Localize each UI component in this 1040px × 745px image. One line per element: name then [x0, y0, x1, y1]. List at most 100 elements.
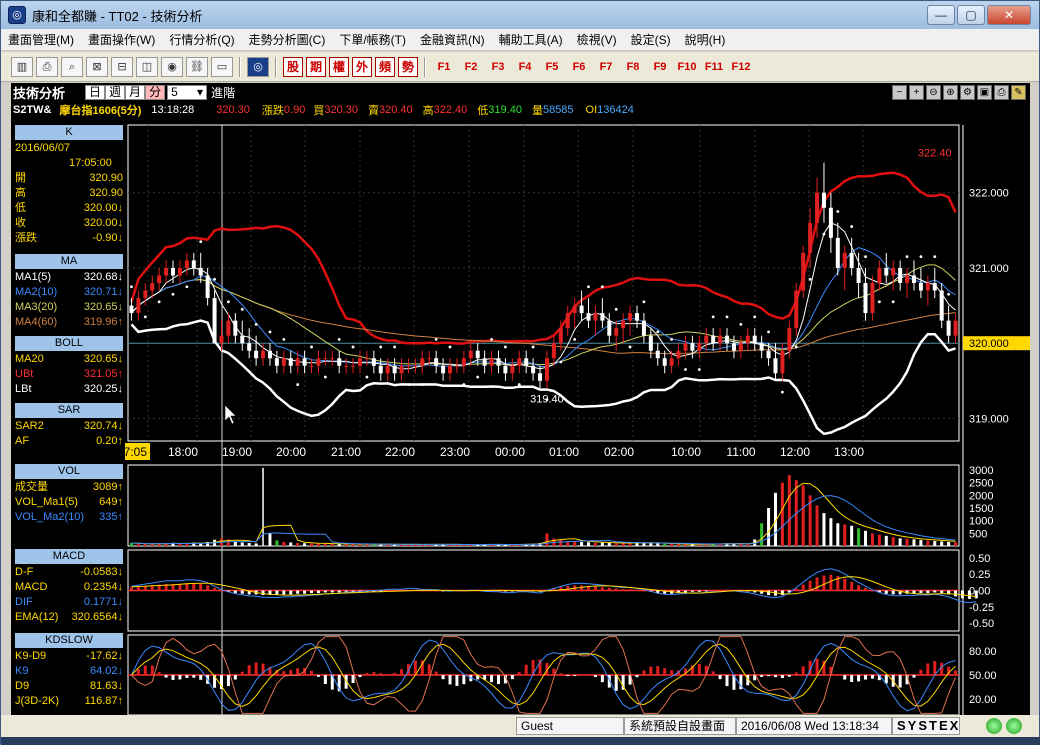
vol-bar: [760, 523, 764, 546]
candle-body: [351, 365, 356, 367]
kd-bar: [635, 675, 639, 678]
panel-value: 320.68↓: [83, 271, 123, 283]
category-frequency-button[interactable]: 頻: [375, 56, 395, 77]
menu-financial-info[interactable]: 金融資訊(N): [413, 31, 492, 48]
current-price-label: 320.000: [969, 338, 1009, 350]
maximize-button[interactable]: ▢: [957, 5, 985, 25]
x-tick-label: 11:00: [726, 445, 755, 459]
fkey-f6[interactable]: F6: [567, 57, 591, 77]
category-trend-button[interactable]: 勢: [398, 56, 418, 77]
close-button[interactable]: ✕: [987, 5, 1031, 25]
panel-header-sar[interactable]: SAR: [15, 403, 123, 418]
category-options-button[interactable]: 權: [329, 56, 349, 77]
fkey-f10[interactable]: F10: [675, 57, 699, 77]
sar-dot: [877, 300, 881, 304]
candle-body: [392, 365, 397, 374]
category-foreign-button[interactable]: 外: [352, 56, 372, 77]
macd-bar: [829, 574, 833, 591]
menu-bar: 畫面管理(M) 畫面操作(W) 行情分析(Q) 走勢分析圖(C) 下單/帳務(T…: [1, 29, 1039, 51]
vol-bar: [683, 544, 687, 546]
panel-value: 0.20↑: [96, 435, 123, 447]
kd-bar: [794, 672, 798, 675]
fkey-f2[interactable]: F2: [459, 57, 483, 77]
panel-header-vol[interactable]: VOL: [15, 464, 123, 479]
fkey-f9[interactable]: F9: [648, 57, 672, 77]
kd-bar: [614, 675, 618, 691]
vol-bar: [275, 540, 279, 546]
menu-screen-operate[interactable]: 畫面操作(W): [81, 31, 162, 48]
menu-quote-analysis[interactable]: 行情分析(Q): [162, 31, 241, 48]
panel-header-k[interactable]: K: [15, 125, 123, 140]
candle-body: [572, 305, 577, 314]
panel-row-boll: UBt 321.05↑: [15, 367, 123, 382]
vol-bar: [656, 543, 660, 546]
candle-body: [129, 305, 134, 314]
kd-bar: [296, 668, 300, 675]
x-tick-label: 23:00: [440, 445, 470, 459]
sar-dot: [490, 338, 493, 341]
screen-icon[interactable]: ▭: [211, 56, 233, 77]
category-stock-button[interactable]: 股: [283, 56, 303, 77]
print-icon[interactable]: ⎙: [36, 56, 58, 77]
fkey-f5[interactable]: F5: [540, 57, 564, 77]
category-futures-button[interactable]: 期: [306, 56, 326, 77]
menu-order-account[interactable]: 下單/帳務(T): [332, 31, 413, 48]
candle-body: [683, 343, 688, 351]
fkey-f12[interactable]: F12: [729, 57, 753, 77]
kd-bar: [393, 672, 397, 675]
sar-dot: [656, 330, 660, 334]
menu-view[interactable]: 檢視(V): [570, 31, 624, 48]
candle-body: [641, 320, 646, 336]
kd-bar: [801, 666, 805, 675]
menu-settings[interactable]: 設定(S): [624, 31, 678, 48]
window-title: 康和全都賺 - TT02 - 技術分析: [32, 8, 203, 24]
candle-body: [434, 358, 439, 366]
fkey-f4[interactable]: F4: [513, 57, 537, 77]
macd-y-tick: 0.25: [969, 569, 990, 581]
title-bar[interactable]: ◎ 康和全都賺 - TT02 - 技術分析 — ▢ ✕: [1, 1, 1039, 29]
app-logo-icon: ◎: [8, 6, 26, 24]
candle-body: [745, 335, 750, 344]
candle-body: [586, 313, 591, 321]
toolbar: ▥ ⎙ ⌕ ⊠ ⊟ ◫ ◉ ⛓ ▭ ◎ 股 期 權 外 頻 勢 F1 F2 F3…: [1, 52, 1039, 82]
link-icon[interactable]: ⛓: [186, 56, 208, 77]
sar-dot: [254, 322, 258, 326]
candle-body: [489, 358, 494, 366]
menu-screen-manage[interactable]: 畫面管理(M): [1, 31, 81, 48]
logo-shortcut-icon[interactable]: ◎: [247, 56, 269, 77]
fkey-f11[interactable]: F11: [702, 57, 726, 77]
panel-header-macd[interactable]: MACD: [15, 549, 123, 564]
kd-bar: [857, 675, 861, 682]
kd-bar: [559, 673, 563, 675]
k-chart-icon[interactable]: ▥: [11, 56, 33, 77]
window-icon[interactable]: ⊟: [111, 56, 133, 77]
sar-dot: [573, 338, 577, 341]
kd-bar: [351, 675, 355, 684]
chart-canvas[interactable]: 06/07 16:0517:0518:0019:0020:0021:0022:0…: [11, 83, 1030, 715]
candle-body: [198, 267, 203, 276]
fkey-f3[interactable]: F3: [486, 57, 510, 77]
zoom-icon[interactable]: ⌕: [61, 56, 83, 77]
panel-header-boll[interactable]: BOLL: [15, 336, 123, 351]
coin-icon[interactable]: ◉: [161, 56, 183, 77]
grid-icon[interactable]: ⊠: [86, 56, 108, 77]
minimize-button[interactable]: —: [927, 5, 955, 25]
layout-icon[interactable]: ◫: [136, 56, 158, 77]
menu-tools[interactable]: 輔助工具(A): [492, 31, 570, 48]
kd-bar: [815, 658, 819, 675]
panel-header-ma[interactable]: MA: [15, 254, 123, 269]
panel-time: 17:05:00: [15, 156, 123, 171]
connection-green-icon: [986, 718, 1002, 734]
x-tick-label: 10:00: [671, 445, 701, 459]
kd-bar: [282, 671, 286, 675]
menu-trend-chart[interactable]: 走勢分析圖(C): [242, 31, 333, 48]
panel-header-kd[interactable]: KDSLOW: [15, 633, 123, 648]
fkey-f1[interactable]: F1: [432, 57, 456, 77]
panel-value: 320.71↓: [83, 286, 123, 298]
menu-help[interactable]: 說明(H): [678, 31, 733, 48]
fkey-f7[interactable]: F7: [594, 57, 618, 77]
macd-bar: [926, 590, 930, 594]
kd-bar: [864, 675, 868, 680]
fkey-f8[interactable]: F8: [621, 57, 645, 77]
kd-bar: [697, 663, 701, 675]
